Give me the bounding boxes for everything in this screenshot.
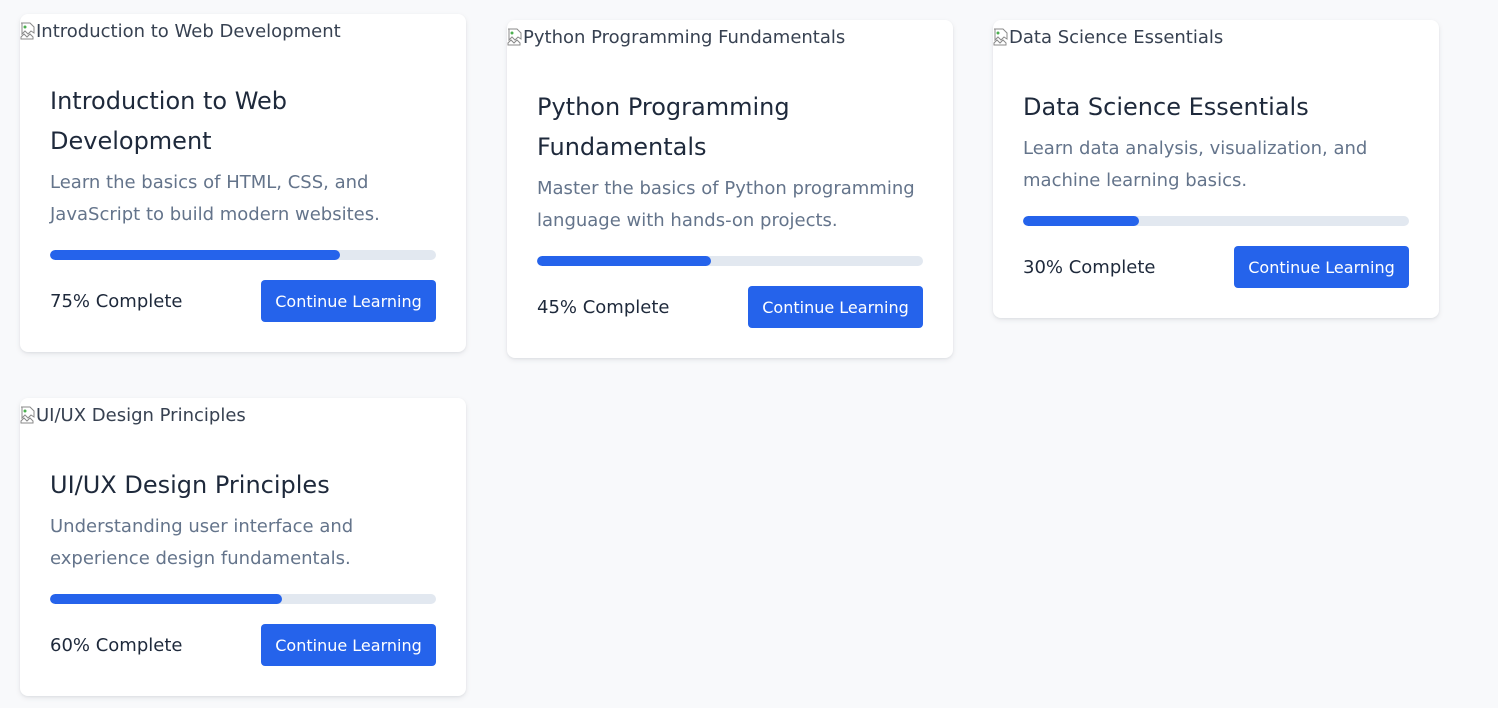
progress-label: 45% Complete — [537, 296, 670, 318]
broken-image-icon — [20, 22, 36, 40]
course-card: Introduction to Web Development Introduc… — [20, 14, 466, 352]
progress-bar — [1023, 216, 1409, 226]
course-card: UI/UX Design Principles UI/UX Design Pri… — [20, 398, 466, 696]
progress-label: 60% Complete — [50, 634, 183, 656]
progress-label: 75% Complete — [50, 290, 183, 312]
course-image: UI/UX Design Principles — [20, 398, 466, 432]
progress-label: 30% Complete — [1023, 256, 1156, 278]
course-image-alt: Python Programming Fundamentals — [523, 26, 846, 48]
continue-learning-button[interactable]: Continue Learning — [1234, 246, 1409, 288]
course-card-body: UI/UX Design Principles Understanding us… — [20, 432, 466, 696]
progress-bar-fill — [50, 594, 282, 604]
progress-bar-fill — [537, 256, 711, 266]
course-image: Introduction to Web Development — [20, 14, 466, 48]
continue-learning-button[interactable]: Continue Learning — [748, 286, 923, 328]
course-card-footer: 30% Complete Continue Learning — [1023, 246, 1409, 288]
course-card-body: Python Programming Fundamentals Master t… — [507, 54, 953, 358]
course-card-footer: 75% Complete Continue Learning — [50, 280, 436, 322]
broken-image-icon — [20, 406, 36, 424]
course-card-body: Introduction to Web Development Learn th… — [20, 48, 466, 352]
course-image-alt: Data Science Essentials — [1009, 26, 1224, 48]
course-image: Data Science Essentials — [993, 20, 1439, 54]
course-description: Understanding user interface and experie… — [50, 516, 354, 569]
progress-bar — [50, 250, 436, 260]
course-title: Python Programming Fundamentals — [537, 93, 790, 161]
continue-learning-button[interactable]: Continue Learning — [261, 280, 436, 322]
course-image: Python Programming Fundamentals — [507, 20, 953, 54]
course-card-body: Data Science Essentials Learn data analy… — [993, 54, 1439, 318]
progress-bar-fill — [1023, 216, 1139, 226]
course-image-alt: Introduction to Web Development — [36, 20, 341, 42]
broken-image-icon — [993, 28, 1009, 46]
course-card: Data Science Essentials Data Science Ess… — [993, 20, 1439, 318]
course-title: UI/UX Design Principles — [50, 471, 330, 499]
course-card-footer: 60% Complete Continue Learning — [50, 624, 436, 666]
progress-bar — [537, 256, 923, 266]
course-title: Introduction to Web Development — [50, 87, 288, 155]
course-card: Python Programming Fundamentals Python P… — [507, 20, 953, 358]
progress-bar-fill — [50, 250, 340, 260]
course-title: Data Science Essentials — [1023, 93, 1309, 121]
course-description: Learn data analysis, visualization, and … — [1023, 138, 1368, 191]
course-card-footer: 45% Complete Continue Learning — [537, 286, 923, 328]
continue-learning-button[interactable]: Continue Learning — [261, 624, 436, 666]
course-description: Master the basics of Python programming … — [537, 178, 915, 231]
broken-image-icon — [507, 28, 523, 46]
course-image-alt: UI/UX Design Principles — [36, 404, 246, 426]
course-description: Learn the basics of HTML, CSS, and JavaS… — [50, 172, 380, 225]
progress-bar — [50, 594, 436, 604]
